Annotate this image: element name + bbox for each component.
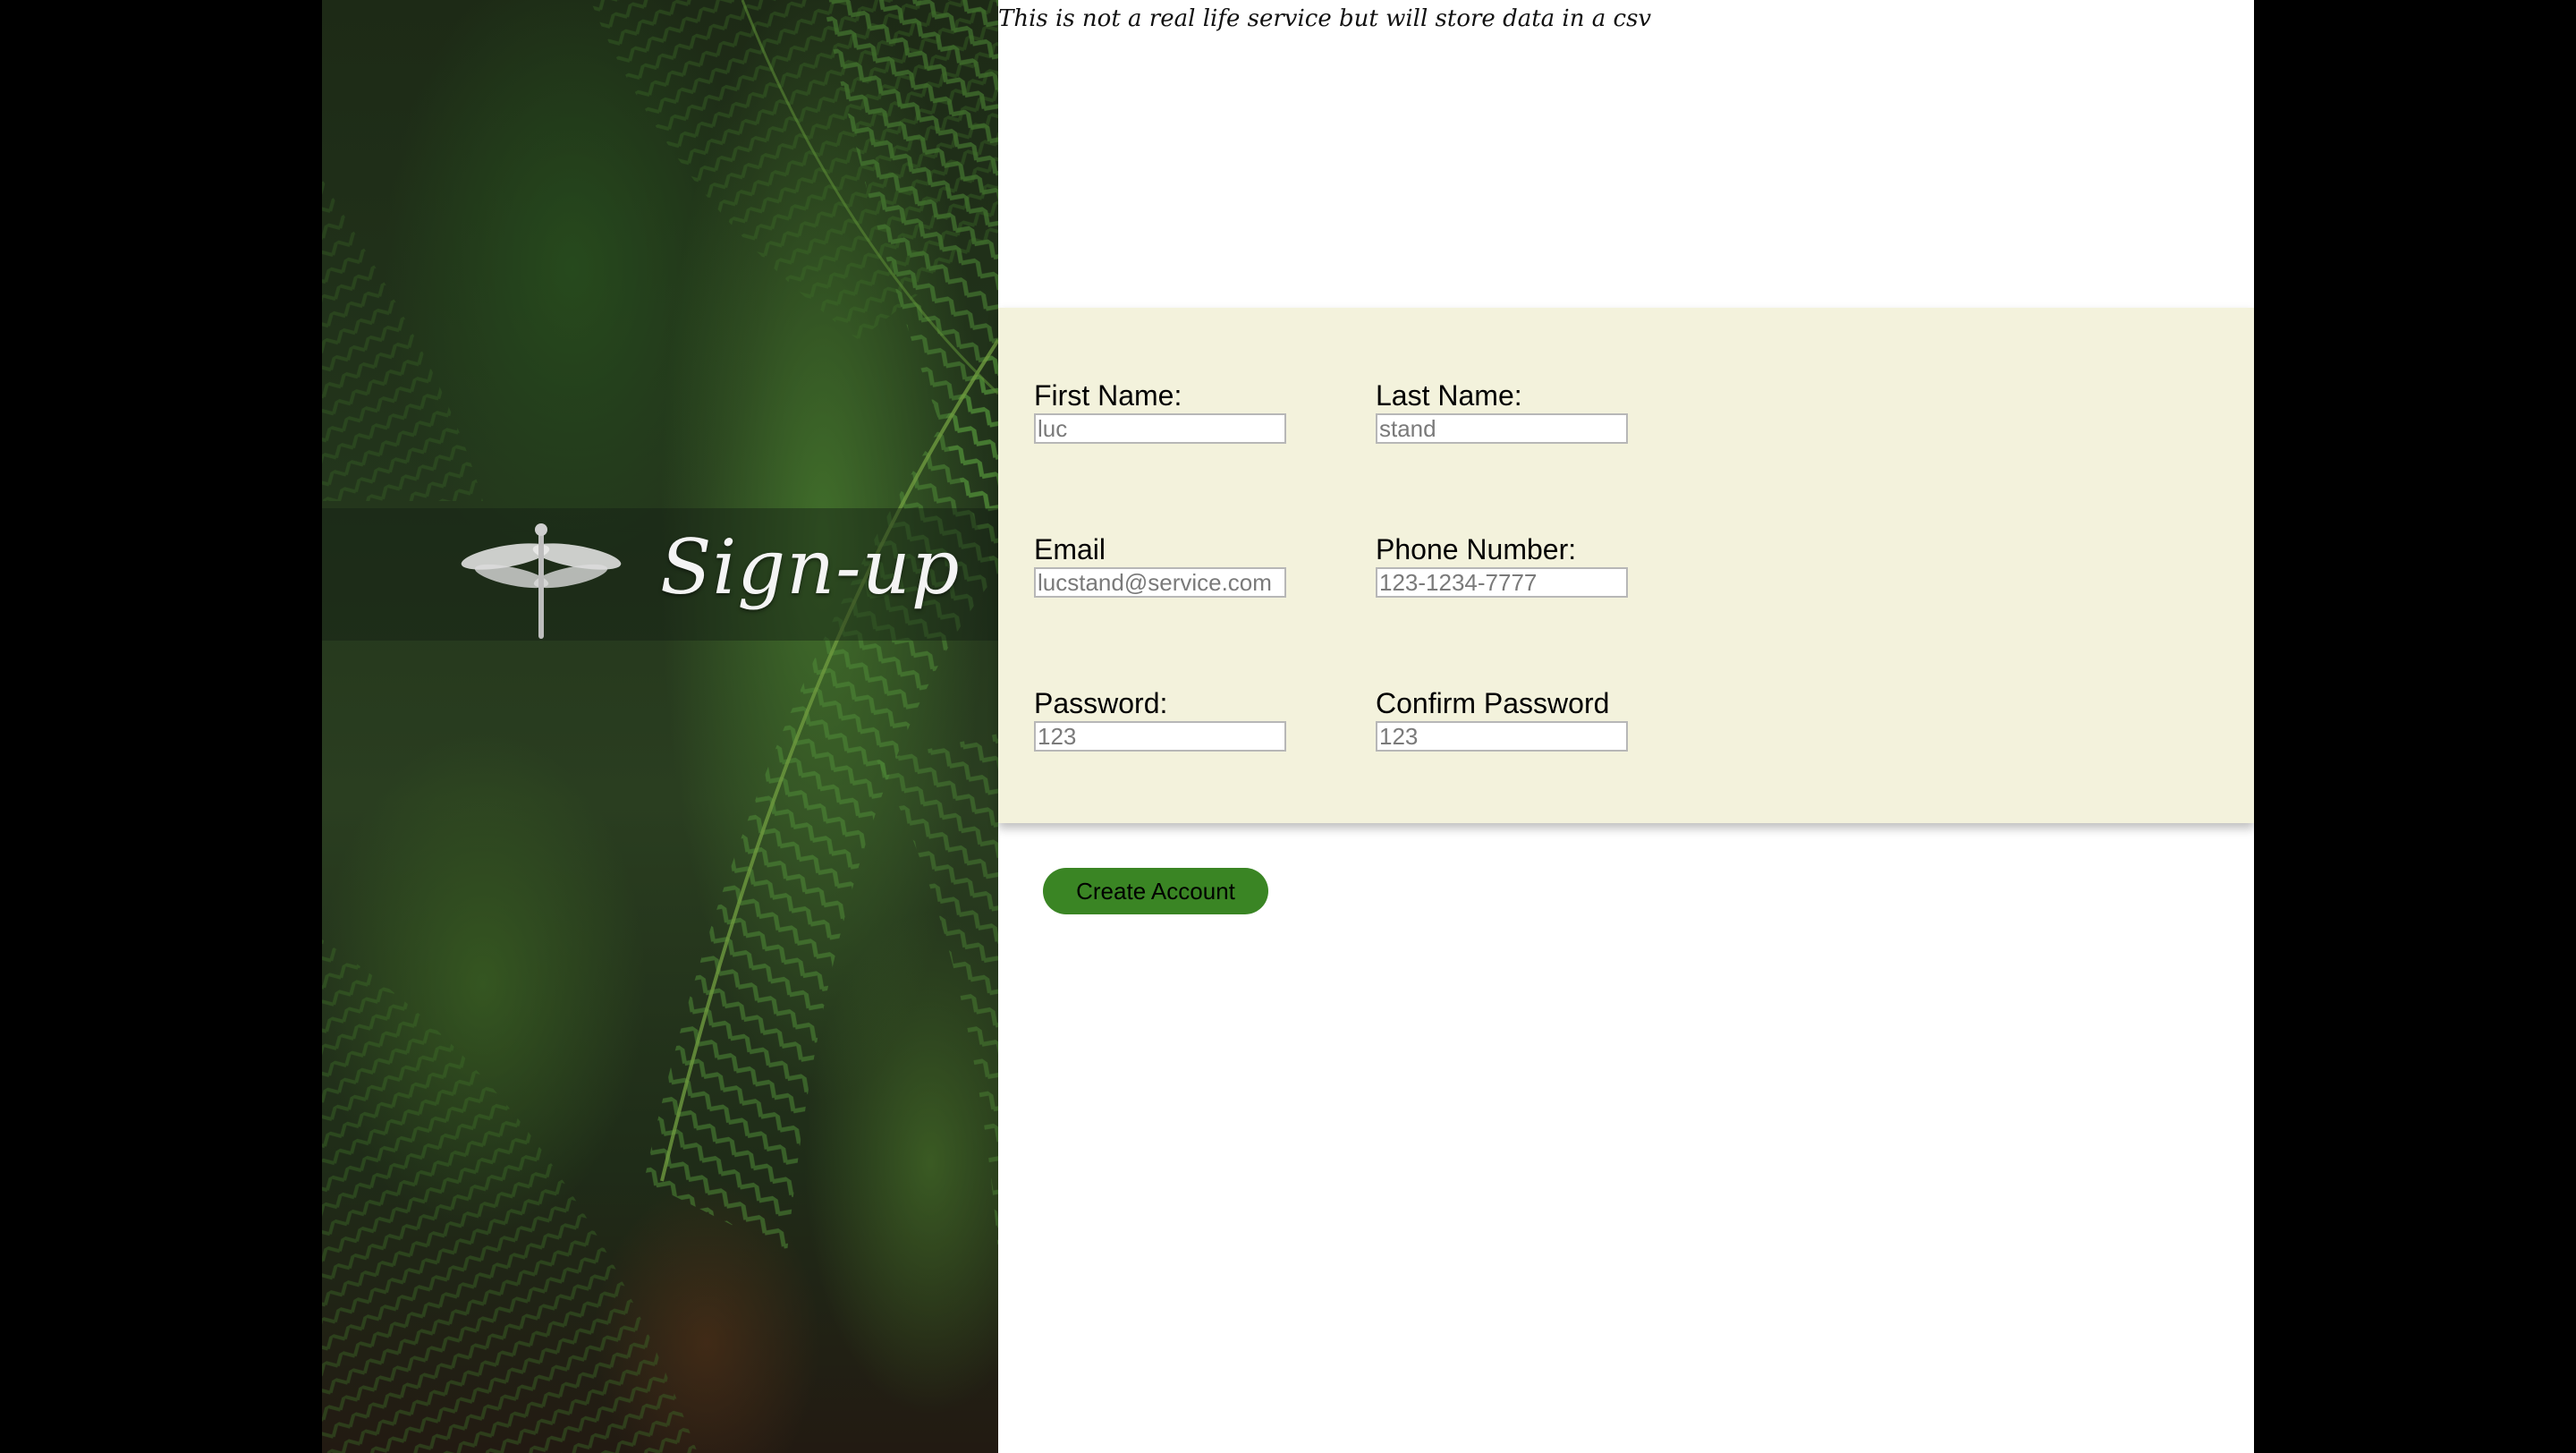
phone-field: Phone Number: — [1376, 533, 1635, 598]
first-name-label: First Name: — [1034, 379, 1182, 412]
first-name-input[interactable] — [1034, 413, 1286, 444]
password-field: Password: — [1034, 687, 1293, 752]
first-name-field: First Name: — [1034, 379, 1293, 444]
email-input[interactable] — [1034, 567, 1286, 598]
last-name-input[interactable] — [1376, 413, 1628, 444]
last-name-label: Last Name: — [1376, 379, 1522, 412]
signup-page: Sign-up This is not a real life service … — [322, 0, 2254, 1453]
email-label: Email — [1034, 533, 1106, 565]
confirm-password-label: Confirm Password — [1376, 687, 1610, 719]
phone-label: Phone Number: — [1376, 533, 1577, 565]
email-field: Email — [1034, 533, 1293, 598]
phone-input[interactable] — [1376, 567, 1628, 598]
confirm-password-input[interactable] — [1376, 721, 1628, 752]
fern-hero-image: Sign-up — [322, 0, 998, 1453]
dragonfly-icon — [461, 523, 622, 639]
signup-form: First Name: Last Name: Email Phone Numbe… — [998, 308, 2254, 823]
disclaimer-text: This is not a real life service but will… — [998, 5, 1652, 32]
confirm-password-field: Confirm Password — [1376, 687, 1635, 752]
create-account-button[interactable]: Create Account — [1043, 868, 1268, 914]
last-name-field: Last Name: — [1376, 379, 1635, 444]
signup-title: Sign-up — [660, 523, 961, 611]
password-label: Password: — [1034, 687, 1168, 719]
fern-illustration — [322, 0, 998, 1453]
password-input[interactable] — [1034, 721, 1286, 752]
